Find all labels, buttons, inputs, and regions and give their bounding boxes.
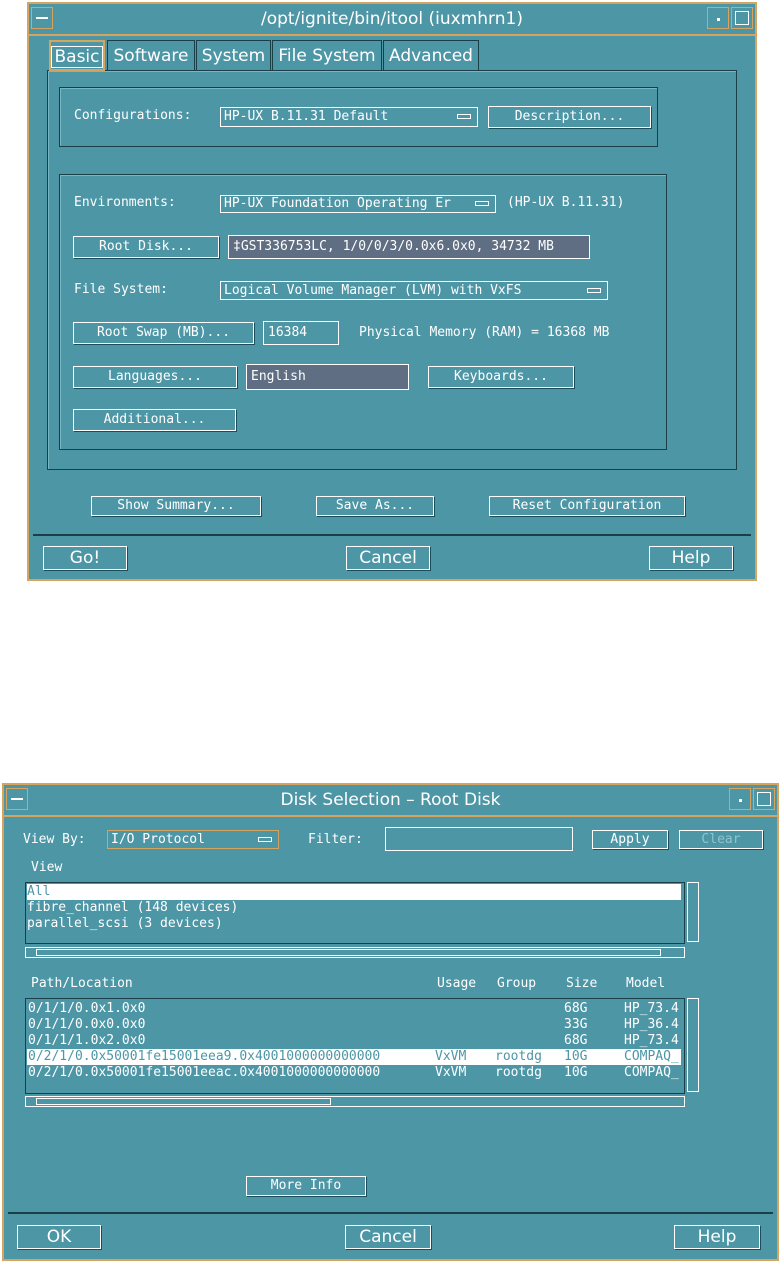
table-row[interactable]: 0/2/1/0.0x50001fe15001eea9.0x40010000000… — [27, 1049, 681, 1065]
table-cell-size: 33G — [564, 1017, 588, 1032]
view-list-vscroll[interactable] — [687, 882, 699, 942]
table-row[interactable]: 0/1/1/0.0x0.0x0 33G HP_36.4 — [27, 1017, 681, 1033]
view-list-hscroll[interactable] — [25, 947, 685, 958]
list-item[interactable]: fibre_channel (148 devices) — [27, 900, 238, 916]
languages-button[interactable]: Languages... — [73, 366, 237, 388]
configurations-dropdown[interactable]: HP-UX B.11.31 Default — [220, 107, 478, 127]
table-cell-model: HP_73.4 — [624, 1033, 679, 1048]
environments-label: Environments: — [74, 195, 176, 210]
table-cell-path: 0/1/1/0.0x1.0x0 — [28, 1001, 146, 1016]
go-button[interactable]: Go! — [43, 546, 127, 570]
file-system-dropdown[interactable]: Logical Volume Manager (LVM) with VxFS — [220, 281, 608, 300]
save-as-button[interactable]: Save As... — [316, 496, 434, 516]
column-header-model[interactable]: Model — [626, 976, 665, 991]
tab-file-system[interactable]: File System — [272, 40, 382, 71]
table-row[interactable]: 0/1/1/0.0x1.0x0 68G HP_73.4 — [27, 1001, 681, 1017]
keyboards-button[interactable]: Keyboards... — [428, 366, 574, 388]
show-summary-button[interactable]: Show Summary... — [91, 496, 261, 516]
tab-system[interactable]: System — [196, 40, 271, 71]
minimize-icon[interactable] — [707, 7, 729, 29]
file-system-label: File System: — [74, 282, 168, 297]
separator — [33, 534, 751, 536]
table-cell-model: COMPAQ_ — [624, 1049, 679, 1064]
disk-selection-titlebar[interactable]: Disk Selection – Root Disk — [4, 785, 777, 817]
tab-advanced[interactable]: Advanced — [383, 40, 479, 71]
more-info-button[interactable]: More Info — [246, 1176, 366, 1196]
column-header-size[interactable]: Size — [566, 976, 597, 991]
table-cell-path: 0/1/1/0.0x0.0x0 — [28, 1017, 146, 1032]
disk-list[interactable]: 0/1/1/0.0x1.0x0 68G HP_73.4 0/1/1/0.0x0.0x0… — [25, 998, 685, 1094]
filter-label: Filter: — [308, 832, 363, 847]
environments-dropdown[interactable]: HP-UX Foundation Operating Er — [220, 195, 496, 213]
maximize-icon[interactable] — [731, 7, 753, 29]
view-label: View — [31, 860, 63, 875]
cancel-button[interactable]: Cancel — [345, 1225, 431, 1249]
column-header-path[interactable]: Path/Location — [31, 976, 133, 991]
table-cell-size: 10G — [564, 1049, 588, 1064]
table-cell-path: 0/2/1/0.0x50001fe15001eea9.0x40010000000… — [28, 1049, 381, 1064]
description-button[interactable]: Description... — [488, 106, 651, 128]
itool-window: /opt/ignite/bin/itool (iuxmhrn1) Basic S… — [27, 2, 757, 581]
minimize-icon[interactable] — [729, 788, 751, 810]
filter-field[interactable] — [385, 827, 573, 851]
dropdown-arrow-icon — [457, 114, 471, 119]
scroll-thumb[interactable] — [36, 1098, 331, 1105]
view-by-dropdown[interactable]: I/O Protocol — [107, 830, 279, 849]
separator — [8, 1212, 773, 1214]
help-button[interactable]: Help — [674, 1225, 760, 1249]
table-cell-path: 0/1/1/1.0x2.0x0 — [28, 1033, 146, 1048]
table-cell-usage: VxVM — [435, 1049, 467, 1064]
window-menu-icon[interactable] — [6, 788, 28, 810]
scroll-thumb[interactable] — [36, 949, 661, 956]
root-disk-button[interactable]: Root Disk... — [73, 236, 219, 258]
table-cell-path: 0/2/1/0.0x50001fe15001eeac.0x40010000000… — [28, 1065, 381, 1080]
root-disk-field[interactable]: ‡GST336753LC, 1/0/0/3/0.0x6.0x0, 34732 M… — [228, 235, 590, 259]
maximize-icon[interactable] — [753, 788, 775, 810]
list-item[interactable]: parallel_scsi (3 devices) — [27, 916, 223, 932]
table-cell-size: 10G — [564, 1065, 588, 1080]
view-list[interactable]: All fibre_channel (148 devices) parallel… — [25, 882, 685, 944]
table-cell-group: rootdg — [495, 1049, 542, 1064]
clear-button[interactable]: Clear — [679, 830, 763, 849]
window-title: Disk Selection – Root Disk — [280, 790, 501, 810]
window-menu-icon[interactable] — [31, 7, 53, 29]
tab-basic[interactable]: Basic — [49, 40, 105, 71]
additional-button[interactable]: Additional... — [73, 409, 236, 431]
dropdown-arrow-icon — [475, 201, 489, 206]
ok-button[interactable]: OK — [17, 1225, 101, 1249]
configurations-label: Configurations: — [74, 108, 192, 123]
help-button[interactable]: Help — [649, 546, 733, 570]
table-cell-size: 68G — [564, 1033, 588, 1048]
root-swap-field[interactable]: 16384 — [263, 321, 339, 345]
list-item[interactable]: All — [27, 884, 681, 900]
reset-configuration-button[interactable]: Reset Configuration — [489, 496, 685, 516]
table-cell-model: COMPAQ_ — [624, 1065, 679, 1080]
window-title: /opt/ignite/bin/itool (iuxmhrn1) — [261, 9, 523, 29]
root-swap-button[interactable]: Root Swap (MB)... — [73, 322, 254, 344]
column-header-usage[interactable]: Usage — [437, 976, 476, 991]
disk-selection-window: Disk Selection – Root Disk View By: I/O … — [2, 783, 779, 1261]
table-cell-model: HP_73.4 — [624, 1001, 679, 1016]
itool-titlebar[interactable]: /opt/ignite/bin/itool (iuxmhrn1) — [29, 4, 755, 36]
disk-list-vscroll[interactable] — [687, 998, 699, 1092]
table-cell-model: HP_36.4 — [624, 1017, 679, 1032]
apply-button[interactable]: Apply — [592, 830, 668, 849]
view-by-label: View By: — [23, 832, 86, 847]
tab-software[interactable]: Software — [107, 40, 195, 71]
dropdown-arrow-icon — [258, 836, 272, 842]
column-header-group[interactable]: Group — [497, 976, 536, 991]
table-cell-size: 68G — [564, 1001, 588, 1016]
table-row[interactable]: 0/2/1/0.0x50001fe15001eeac.0x40010000000… — [27, 1065, 681, 1081]
disk-list-hscroll[interactable] — [25, 1096, 685, 1107]
languages-field[interactable]: English — [246, 364, 409, 390]
table-cell-usage: VxVM — [435, 1065, 467, 1080]
physical-memory-text: Physical Memory (RAM) = 16368 MB — [359, 325, 610, 340]
dropdown-arrow-icon — [587, 287, 601, 293]
table-cell-group: rootdg — [495, 1065, 542, 1080]
environments-note: (HP-UX B.11.31) — [507, 195, 625, 210]
cancel-button[interactable]: Cancel — [346, 546, 430, 570]
table-row[interactable]: 0/1/1/1.0x2.0x0 68G HP_73.4 — [27, 1033, 681, 1049]
